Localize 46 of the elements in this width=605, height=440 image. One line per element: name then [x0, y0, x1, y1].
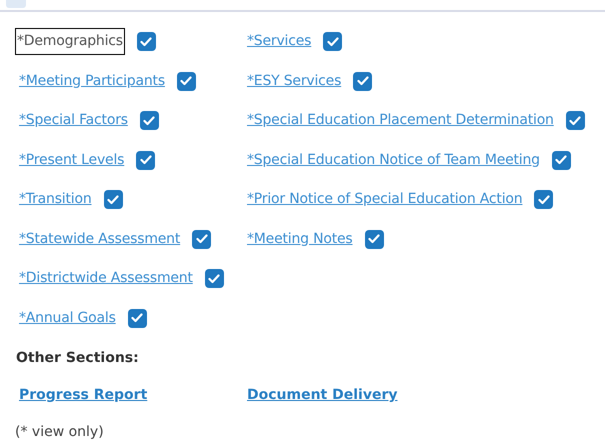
footnote: (* view only) [14, 423, 105, 440]
section-link[interactable]: Document Delivery [247, 387, 398, 403]
checkbox[interactable] [364, 230, 384, 249]
section-link[interactable]: *Demographics [15, 28, 125, 56]
checkbox[interactable] [128, 308, 147, 328]
checkbox[interactable] [534, 190, 554, 210]
checkbox[interactable] [136, 150, 156, 170]
section-link[interactable]: *Special Education Placement Determination [247, 110, 554, 132]
check-icon [356, 76, 369, 86]
check-icon [131, 313, 144, 324]
check-icon [569, 116, 582, 126]
check-icon [196, 234, 208, 244]
section-heading: Other Sections: [15, 349, 140, 368]
section-link[interactable]: Progress Report [19, 387, 148, 403]
checkbox[interactable] [104, 190, 123, 210]
checkbox[interactable] [176, 72, 196, 91]
checkbox[interactable] [353, 72, 372, 91]
section-link[interactable]: *ESY Services [247, 70, 342, 92]
section-link[interactable]: *Meeting Notes [247, 228, 353, 250]
checkbox[interactable] [136, 32, 156, 52]
checkbox[interactable] [552, 150, 571, 170]
section-link[interactable]: *Special Factors [19, 110, 128, 132]
checkbox[interactable] [566, 111, 585, 130]
section-link[interactable]: *Present Levels [19, 150, 124, 171]
check-icon [140, 155, 152, 166]
section-link[interactable]: *Services [247, 31, 312, 52]
check-icon [538, 194, 550, 205]
check-icon [143, 116, 156, 126]
section-link[interactable]: *Special Education Notice of Team Meeting [247, 150, 540, 171]
section-link[interactable]: *Meeting Participants [19, 70, 165, 92]
check-icon [140, 36, 152, 47]
section-link[interactable]: *Prior Notice of Special Education Action [247, 189, 522, 210]
section-link[interactable]: *Transition [19, 189, 92, 210]
checkbox[interactable] [323, 32, 342, 52]
checkbox[interactable] [204, 269, 224, 288]
check-icon [107, 194, 120, 205]
section-link[interactable]: *Districtwide Assessment [19, 268, 193, 290]
check-icon [208, 274, 220, 284]
checkbox[interactable] [192, 230, 212, 249]
section-link[interactable]: *Annual Goals [19, 308, 116, 329]
check-icon [326, 36, 339, 47]
checkbox[interactable] [140, 111, 159, 130]
check-icon [180, 76, 192, 86]
section-link[interactable]: *Statewide Assessment [19, 228, 180, 250]
check-icon [368, 234, 380, 244]
check-icon [555, 155, 568, 166]
